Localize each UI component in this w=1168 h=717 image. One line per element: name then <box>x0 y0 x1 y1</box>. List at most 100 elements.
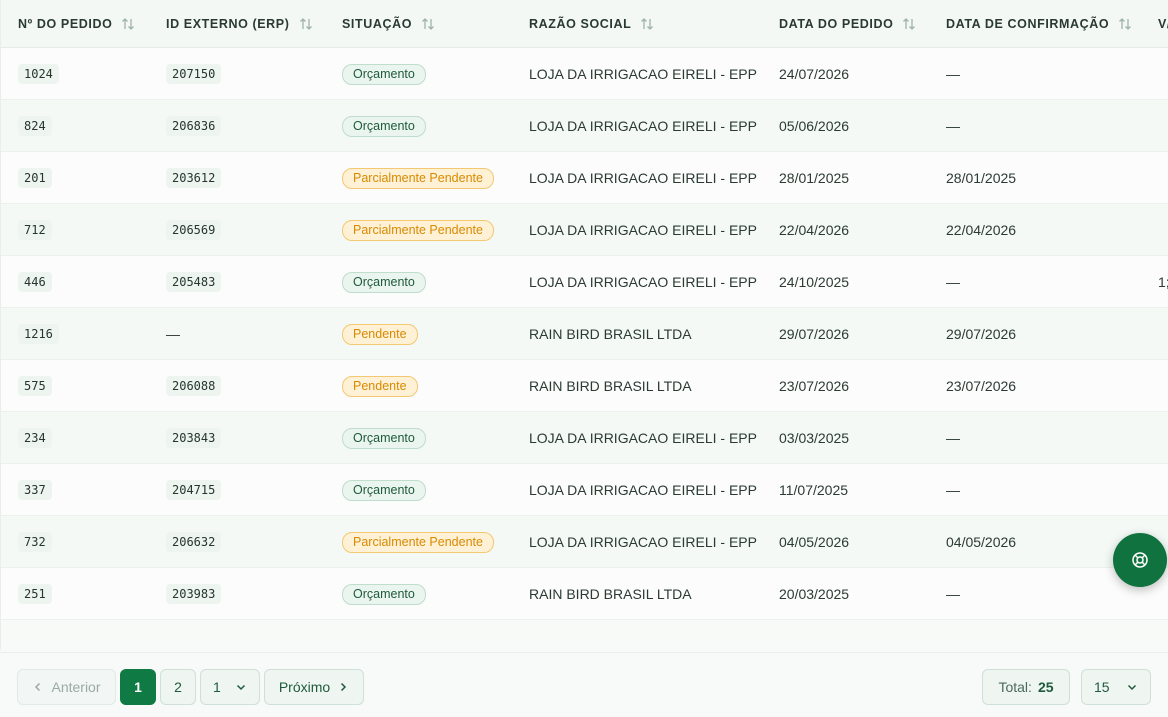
order-date: 24/07/2026 <box>779 66 850 82</box>
cell-pedido: 575 <box>18 360 52 412</box>
table-row[interactable]: 251 203983 Orçamento RAIN BIRD BRASIL LTDA 2… <box>1 568 1168 620</box>
company-name: RAIN BIRD BRASIL LTDA <box>529 586 692 602</box>
cell-situacao: Parcialmente Pendente <box>342 152 494 204</box>
cell-situacao: Parcialmente Pendente <box>342 204 494 256</box>
status-badge: Orçamento <box>342 479 426 501</box>
table-row[interactable]: 824 206836 Orçamento LOJA DA IRRIGACAO EIRE… <box>1 100 1168 152</box>
previous-page-button[interactable]: Anterior <box>17 669 116 705</box>
cell-data: 23/07/2026 <box>779 360 849 412</box>
company-name: LOJA DA IRRIGACAO EIRELI - EPP <box>529 222 757 238</box>
cell-erp: 203983 <box>166 568 222 620</box>
cell-confirmacao: — <box>946 568 960 620</box>
erp-id: 203612 <box>166 168 222 188</box>
column-header-situacao[interactable]: SITUAÇÃO <box>342 0 435 48</box>
order-number[interactable]: 824 <box>18 116 52 136</box>
total-value: 25 <box>1037 679 1054 695</box>
cell-data: 29/07/2026 <box>779 308 849 360</box>
column-header-valor[interactable]: V/ <box>1158 0 1168 48</box>
cell-situacao: Pendente <box>342 360 418 412</box>
sort-arrows-icon[interactable] <box>121 17 135 31</box>
cell-razao: LOJA DA IRRIGACAO EIRELI - EPP <box>529 464 757 516</box>
company-name: LOJA DA IRRIGACAO EIRELI - EPP <box>529 118 757 134</box>
order-number[interactable]: 1216 <box>18 324 59 344</box>
help-button[interactable] <box>1113 533 1167 587</box>
cell-razao: RAIN BIRD BRASIL LTDA <box>529 568 692 620</box>
order-number[interactable]: 575 <box>18 376 52 396</box>
cell-confirmacao: 04/05/2026 <box>946 516 1016 568</box>
confirmation-date: 23/07/2026 <box>946 378 1017 394</box>
cell-erp: 203843 <box>166 412 222 464</box>
confirmation-date: — <box>946 586 960 602</box>
order-date: 23/07/2026 <box>779 378 850 394</box>
cell-pedido: 1216 <box>18 308 59 360</box>
erp-id: 206632 <box>166 532 222 552</box>
erp-id: 204715 <box>166 480 222 500</box>
table-row[interactable]: 712 206569 Parcialmente Pendente LOJA DA IR… <box>1 204 1168 256</box>
cell-situacao: Orçamento <box>342 256 426 308</box>
erp-id: 205483 <box>166 272 222 292</box>
company-name: LOJA DA IRRIGACAO EIRELI - EPP <box>529 430 757 446</box>
cell-situacao: Orçamento <box>342 48 426 100</box>
sort-arrows-icon[interactable] <box>299 17 313 31</box>
order-number[interactable]: 732 <box>18 532 52 552</box>
table-row[interactable]: 446 205483 Orçamento LOJA DA IRRIGACAO EIRE… <box>1 256 1168 308</box>
status-badge: Parcialmente Pendente <box>342 167 494 189</box>
company-name: LOJA DA IRRIGACAO EIRELI - EPP <box>529 482 757 498</box>
column-header-erp[interactable]: ID EXTERNO (ERP) <box>166 0 313 48</box>
erp-id: 206569 <box>166 220 222 240</box>
cell-erp: 206088 <box>166 360 222 412</box>
table-row[interactable]: 201 203612 Parcialmente Pendente LOJA DA IR… <box>1 152 1168 204</box>
erp-id: 207150 <box>166 64 222 84</box>
pagination-bar: Anterior 1 2 1 Próximo Total: 25 15 <box>0 652 1168 717</box>
cell-pedido: 732 <box>18 516 52 568</box>
next-page-button[interactable]: Próximo <box>264 669 364 705</box>
order-number[interactable]: 1024 <box>18 64 59 84</box>
cell-erp: — <box>166 308 180 360</box>
order-number[interactable]: 201 <box>18 168 52 188</box>
page-select[interactable]: 1 <box>200 669 260 705</box>
table-row[interactable]: 575 206088 Pendente RAIN BIRD BRASIL LTDA 23… <box>1 360 1168 412</box>
value-truncated: 1; <box>1158 274 1168 290</box>
cell-erp: 206836 <box>166 100 222 152</box>
sort-arrows-icon[interactable] <box>902 17 916 31</box>
order-date: 22/04/2026 <box>779 222 850 238</box>
page-button-1[interactable]: 1 <box>120 669 156 705</box>
table-row[interactable]: 337 204715 Orçamento LOJA DA IRRIGACAO EIRE… <box>1 464 1168 516</box>
sort-arrows-icon[interactable] <box>1118 17 1132 31</box>
table-row[interactable]: 1024 207150 Orçamento LOJA DA IRRIGACAO EIR… <box>1 48 1168 100</box>
column-header-data-pedido[interactable]: DATA DO PEDIDO <box>779 0 916 48</box>
confirmation-date: — <box>946 66 960 82</box>
cell-pedido: 201 <box>18 152 52 204</box>
order-number[interactable]: 251 <box>18 584 52 604</box>
company-name: LOJA DA IRRIGACAO EIRELI - EPP <box>529 274 757 290</box>
sort-arrows-icon[interactable] <box>640 17 654 31</box>
erp-id: — <box>166 326 180 342</box>
cell-erp: 203612 <box>166 152 222 204</box>
order-date: 04/05/2026 <box>779 534 850 550</box>
table-row[interactable]: 1216 — Pendente RAIN BIRD BRASIL LTDA 29/07/… <box>1 308 1168 360</box>
erp-id: 203983 <box>166 584 222 604</box>
table-row[interactable]: 732 206632 Parcialmente Pendente LOJA DA IR… <box>1 516 1168 568</box>
page-size-select[interactable]: 15 <box>1081 669 1151 705</box>
page-button-2[interactable]: 2 <box>160 669 196 705</box>
status-badge: Parcialmente Pendente <box>342 531 494 553</box>
order-number[interactable]: 337 <box>18 480 52 500</box>
order-date: 28/01/2025 <box>779 170 850 186</box>
cell-data: 05/06/2026 <box>779 100 849 152</box>
cell-erp: 204715 <box>166 464 222 516</box>
column-header-razao-social[interactable]: RAZÃO SOCIAL <box>529 0 654 48</box>
confirmation-date: 22/04/2026 <box>946 222 1017 238</box>
table-row[interactable]: 234 203843 Orçamento LOJA DA IRRIGACAO EIRE… <box>1 412 1168 464</box>
sort-arrows-icon[interactable] <box>421 17 435 31</box>
order-number[interactable]: 446 <box>18 272 52 292</box>
cell-confirmacao: — <box>946 48 960 100</box>
cell-situacao: Orçamento <box>342 100 426 152</box>
company-name: RAIN BIRD BRASIL LTDA <box>529 378 692 394</box>
order-number[interactable]: 234 <box>18 428 52 448</box>
cell-confirmacao: — <box>946 464 960 516</box>
column-header-pedido[interactable]: Nº DO PEDIDO <box>18 0 135 48</box>
cell-situacao: Orçamento <box>342 412 426 464</box>
order-number[interactable]: 712 <box>18 220 52 240</box>
cell-razao: LOJA DA IRRIGACAO EIRELI - EPP <box>529 256 757 308</box>
column-header-data-confirmacao[interactable]: DATA DE CONFIRMAÇÃO <box>946 0 1132 48</box>
